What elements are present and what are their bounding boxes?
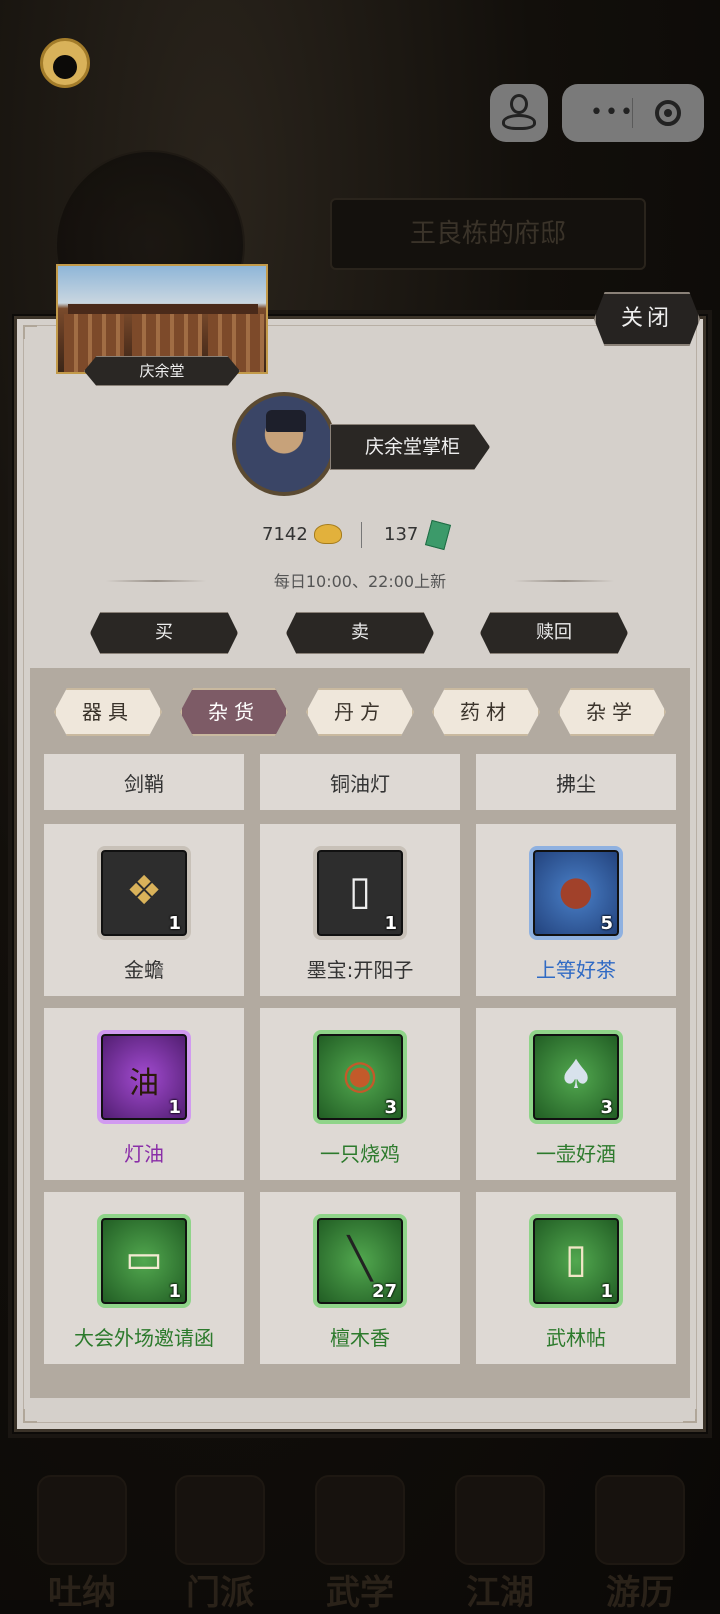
merchant-avatar [232, 392, 336, 496]
bottom-nav: 吐纳 门派 武学 江湖 游历 [0, 1455, 720, 1613]
item-cell[interactable]: ● 5 上等好茶 [476, 824, 676, 996]
item-cell[interactable]: ▯ 1 武林帖 [476, 1192, 676, 1364]
merchant-name: 庆余堂掌柜 [330, 424, 490, 470]
item-cell[interactable]: ▭ 1 大会外场邀请函 [44, 1192, 244, 1364]
jade-icon [424, 519, 452, 551]
close-button[interactable]: 关闭 [594, 292, 700, 346]
travel-icon [595, 1475, 685, 1565]
gold-amount: 7142 [262, 524, 308, 545]
item-grid[interactable]: 99 剑鞘 1 铜油灯 1 拂尘 ❖1 金蟾 ▯1 墨宝:开阳子 ●5 上等好茶… [44, 754, 676, 1388]
nav-item-travel[interactable]: 游历 [580, 1475, 700, 1614]
sell-tab[interactable]: 卖 [286, 612, 434, 654]
calligraphy-scroll-icon: ▯ 1 [313, 846, 407, 940]
item-cell[interactable]: 1 铜油灯 [260, 754, 460, 810]
item-cell[interactable]: ╲ 27 檀木香 [260, 1192, 460, 1364]
mini-program-menu[interactable]: ••• [562, 84, 704, 142]
wine-pot-icon: ♠ 3 [529, 1030, 623, 1124]
buy-tab[interactable]: 买 [90, 612, 238, 654]
category-tab-goods[interactable]: 杂货 [180, 688, 288, 736]
roast-chicken-icon: ◉ 3 [313, 1030, 407, 1124]
shop-name: 庆余堂 [84, 356, 240, 386]
nav-item-sect[interactable]: 门派 [160, 1475, 280, 1614]
invitation-scroll-icon: ▭ 1 [97, 1214, 191, 1308]
item-cell[interactable]: 99 剑鞘 [44, 754, 244, 810]
category-tab-herbs[interactable]: 药材 [432, 688, 540, 736]
incense-stick-icon: ╲ 27 [313, 1214, 407, 1308]
martial-invitation-icon: ▯ 1 [529, 1214, 623, 1308]
item-cell[interactable]: ♠ 3 一壶好酒 [476, 1008, 676, 1180]
jade-amount: 137 [384, 524, 419, 545]
nav-item-tuna[interactable]: 吐纳 [22, 1475, 142, 1614]
teapot-icon: ● 5 [529, 846, 623, 940]
item-cell[interactable]: ◉ 3 一只烧鸡 [260, 1008, 460, 1180]
jianghu-icon [455, 1475, 545, 1565]
person-icon [510, 94, 528, 114]
estate-title: 王良栋的府邸 [330, 198, 646, 270]
sect-icon [175, 1475, 265, 1565]
tuna-icon [37, 1475, 127, 1565]
currency-row: 7142 137 [0, 519, 720, 552]
refresh-time: 每日10:00、22:00上新 [273, 572, 447, 591]
oil-jar-icon: 油1 [97, 1030, 191, 1124]
gold-ingot-icon [314, 524, 342, 544]
category-tab-misc[interactable]: 杂学 [558, 688, 666, 736]
nav-item-jianghu[interactable]: 江湖 [440, 1475, 560, 1614]
golden-toad-icon: ❖ 1 [97, 846, 191, 940]
more-dots-icon[interactable]: ••• [590, 100, 635, 125]
nav-item-martial[interactable]: 武学 [300, 1475, 420, 1614]
head-avatar-icon[interactable] [40, 38, 90, 88]
item-cell[interactable]: ❖ 1 金蟾 [44, 824, 244, 996]
target-icon[interactable] [655, 100, 681, 126]
category-tab-recipes[interactable]: 丹方 [306, 688, 414, 736]
item-cell[interactable]: 1 拂尘 [476, 754, 676, 810]
category-tab-tools[interactable]: 器具 [54, 688, 162, 736]
redeem-tab[interactable]: 赎回 [480, 612, 628, 654]
item-cell[interactable]: 油1 灯油 [44, 1008, 244, 1180]
item-cell[interactable]: ▯ 1 墨宝:开阳子 [260, 824, 460, 996]
martial-icon [315, 1475, 405, 1565]
person-button[interactable] [490, 84, 548, 142]
